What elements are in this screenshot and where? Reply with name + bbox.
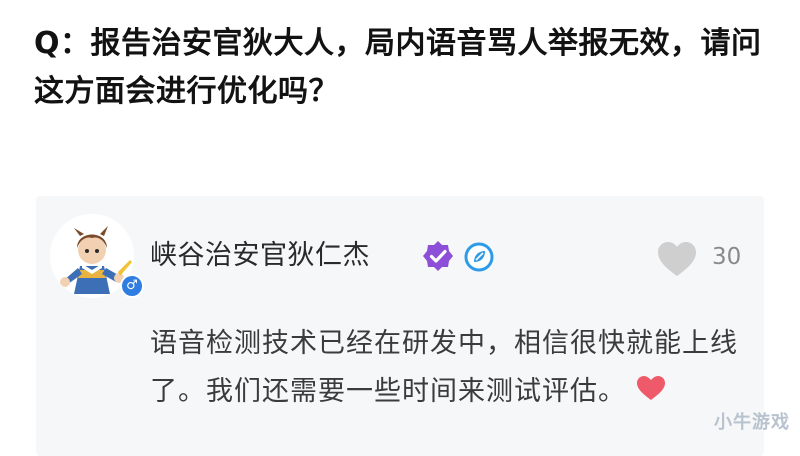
reply-tail-punct: 。: [598, 376, 626, 407]
verified-badge-icon: [423, 241, 453, 271]
like-count: 30: [712, 244, 742, 270]
question-text: Q：报告治安官狄大人，局内语音骂人举报无效，请问这方面会进行优化吗？: [34, 26, 762, 109]
reply-text: 语音检测技术已经在研发中，相信很快就能上线了。我们还需要一些时间来测试评估。: [150, 320, 760, 417]
official-account-icon: [464, 242, 494, 272]
reply-card: ♂ 峡谷治安官狄仁杰 30 语音检测技术已经在研发中，相信很快就能上线了。我们还…: [36, 196, 764, 456]
author-name[interactable]: 峡谷治安官狄仁杰: [150, 238, 370, 274]
watermark: 小牛游戏: [714, 412, 790, 433]
heart-icon[interactable]: [656, 240, 698, 278]
red-heart-icon: [636, 369, 666, 417]
male-gender-icon: ♂: [120, 274, 144, 298]
